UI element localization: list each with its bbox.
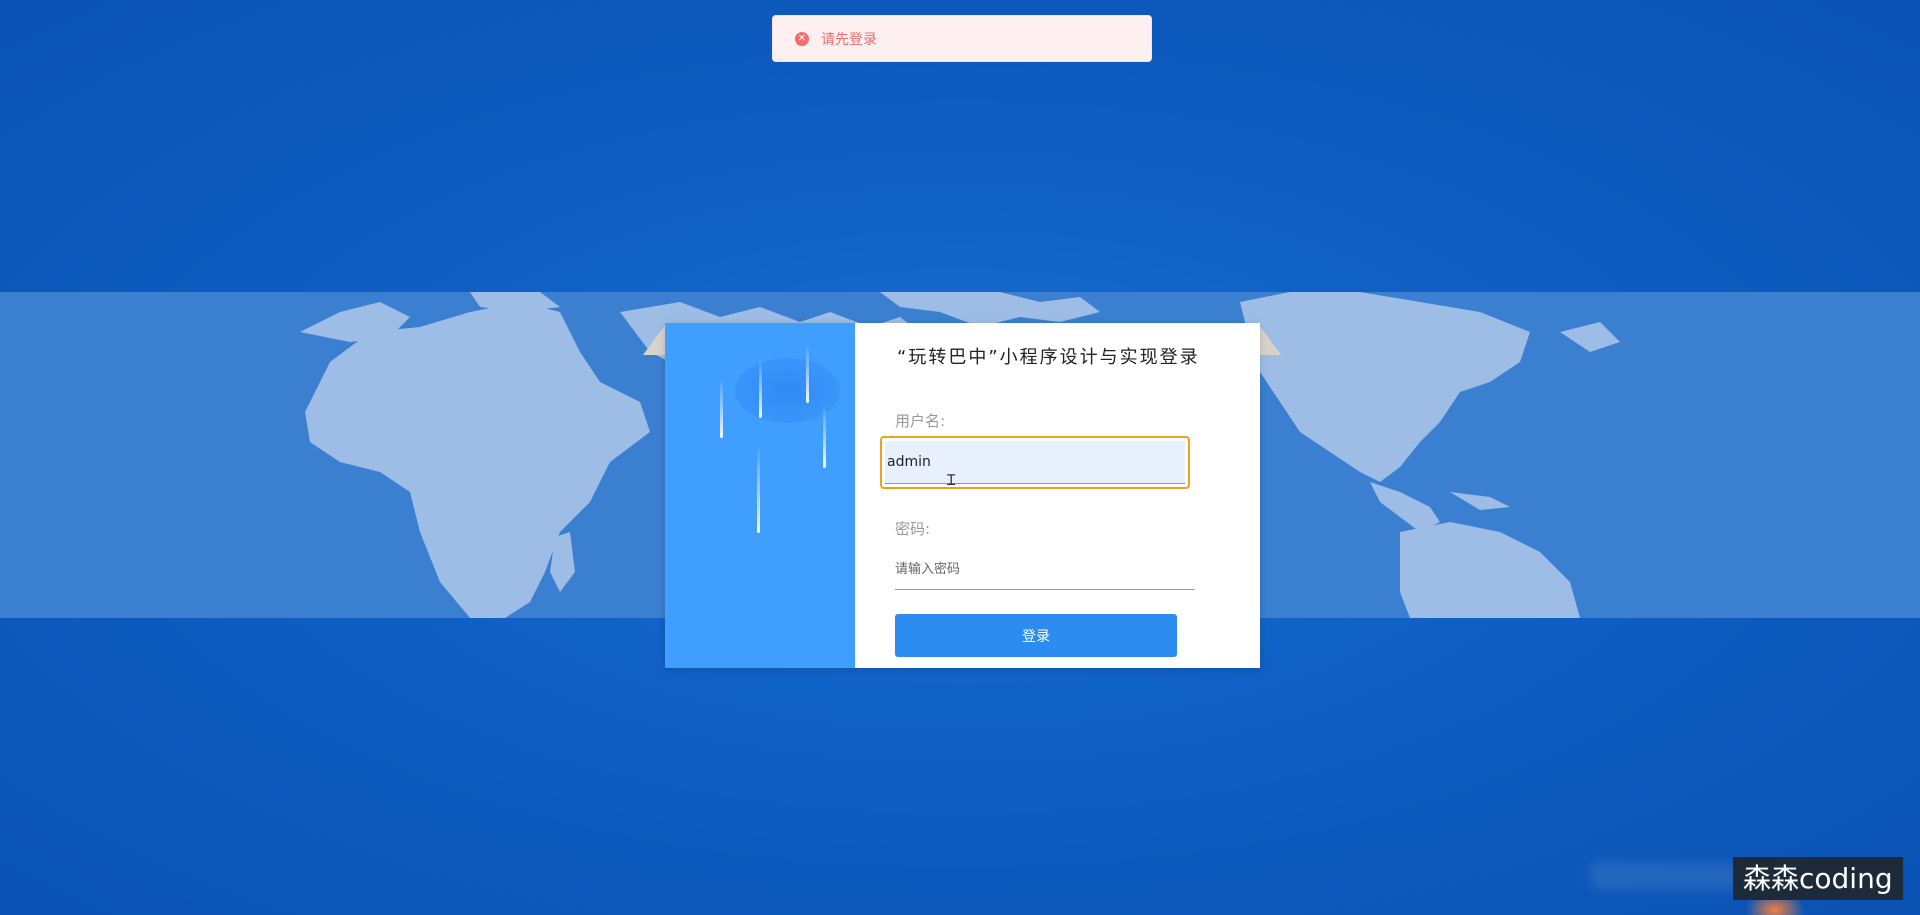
- card-decoration-right: [1259, 325, 1281, 355]
- error-toast: ✕ 请先登录: [772, 15, 1152, 62]
- blurred-watermark: [1590, 862, 1740, 890]
- light-streak: [720, 378, 723, 438]
- light-streak: [757, 443, 760, 533]
- login-card: “玩转巴中”小程序设计与实现登录 用户名: Ɪ 密码: 登录: [665, 323, 1260, 668]
- toast-message: 请先登录: [821, 31, 877, 48]
- text-cursor-icon: Ɪ: [947, 471, 956, 489]
- password-input[interactable]: [895, 550, 1195, 590]
- light-streak: [823, 403, 826, 468]
- login-title: “玩转巴中”小程序设计与实现登录: [897, 347, 1200, 368]
- username-label: 用户名:: [895, 412, 946, 430]
- login-form: “玩转巴中”小程序设计与实现登录 用户名: Ɪ 密码: 登录: [855, 323, 1260, 668]
- login-button[interactable]: 登录: [895, 614, 1177, 657]
- light-streak: [759, 358, 762, 418]
- username-input[interactable]: [885, 441, 1185, 484]
- light-streak: [806, 343, 809, 403]
- username-field-focus-ring: [880, 436, 1190, 489]
- card-illustration-panel: [665, 323, 855, 668]
- watermark-label: 森森coding: [1733, 857, 1903, 900]
- login-page: ✕ 请先登录 “玩转巴中”小程序设计与实现登录 用户名: Ɪ 密码: 登录 森: [0, 0, 1920, 915]
- password-label: 密码:: [895, 520, 931, 538]
- card-decoration-left: [643, 325, 665, 355]
- error-circle-icon: ✕: [795, 31, 809, 46]
